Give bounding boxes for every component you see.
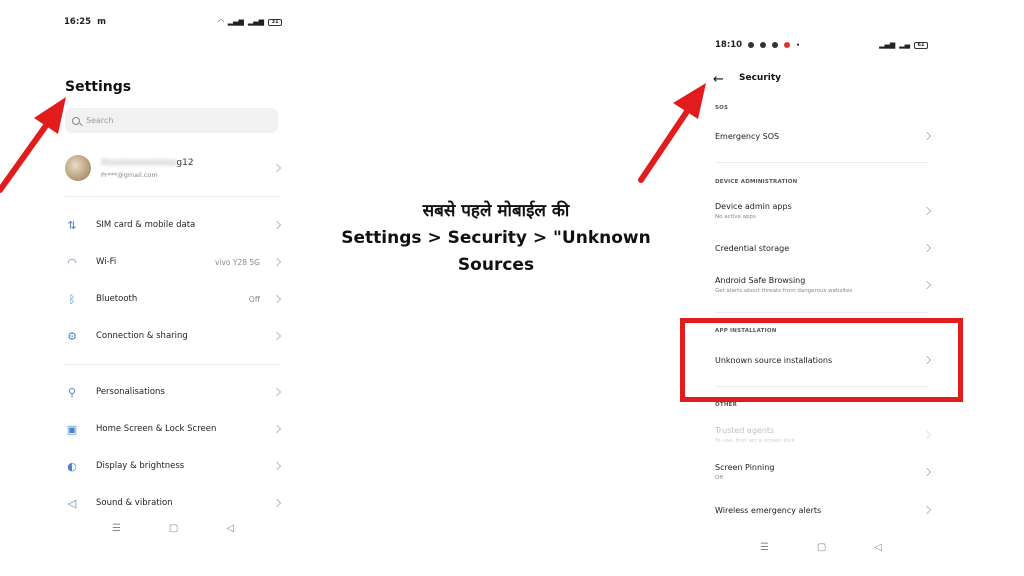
arrow-to-security-back — [638, 83, 706, 183]
arrow-to-settings-title — [0, 97, 66, 193]
annotation-arrows — [0, 83, 706, 193]
